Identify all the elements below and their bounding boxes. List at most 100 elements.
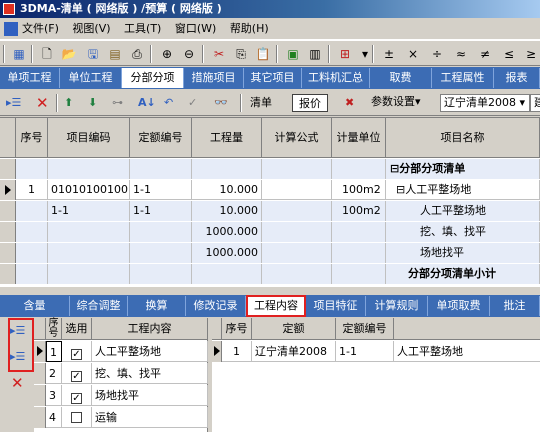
cell-code[interactable]: 010101001001 (48, 180, 130, 200)
cell-content[interactable]: 场地找平 (92, 385, 208, 406)
tree-structure-icon[interactable]: ⊶ (112, 94, 123, 112)
tab-sub-items[interactable]: 分部分项 (122, 68, 184, 88)
cell-quota[interactable] (130, 243, 192, 263)
cell-select[interactable]: ✓ (62, 363, 92, 384)
settings-tool-icon[interactable]: ✖ (345, 94, 354, 112)
cell-code[interactable]: 1-1 (48, 201, 130, 221)
save-icon[interactable]: 🖫 (84, 45, 102, 63)
cell-formula[interactable] (262, 159, 332, 179)
cell-quota-code[interactable]: 1-1 (336, 341, 394, 362)
cell-quota[interactable] (130, 264, 192, 284)
table-row[interactable]: 1000.000 场地找平 (0, 243, 540, 263)
not-equal-button[interactable]: ≠ (476, 45, 494, 63)
select-checkbox[interactable]: ✓ (71, 349, 82, 360)
table-row[interactable]: 1 010101001001 1-1 10.000 100m2 ⊟人工平整场地 (0, 180, 540, 200)
delete-icon[interactable]: ✕ (36, 94, 49, 112)
cell-seq[interactable]: 2 (46, 363, 62, 384)
cell-unit[interactable]: 100m2 (332, 201, 386, 221)
tab-single-fees[interactable]: 单项取费 (428, 296, 490, 316)
quota-library-select[interactable]: 辽宁清单2008 ▾ (440, 94, 530, 112)
cell-seq[interactable]: 3 (46, 385, 62, 406)
col-header-seq[interactable]: 序号 (222, 318, 252, 340)
zoom-in-icon[interactable]: ⊕ (158, 45, 176, 63)
cell-name[interactable]: 挖、填、找平 (386, 222, 540, 242)
cell-formula[interactable] (262, 264, 332, 284)
cell-seq[interactable] (16, 222, 48, 242)
tree-icon[interactable]: ⊞ (336, 45, 354, 63)
cell-formula[interactable] (262, 201, 332, 221)
col-header-quota-code[interactable]: 定额编号 (336, 318, 394, 340)
plus-minus-button[interactable]: ± (380, 45, 398, 63)
cell-unit[interactable] (332, 159, 386, 179)
col-header-seq[interactable]: 序号 (46, 318, 62, 340)
print-icon[interactable]: ⎙ (128, 45, 146, 63)
col-header-code[interactable]: 项目编码 (48, 118, 130, 158)
tab-reports[interactable]: 报表 (494, 68, 540, 88)
zoom-out-icon[interactable]: ⊖ (180, 45, 198, 63)
cell-quota[interactable]: 1-1 (130, 201, 192, 221)
tab-project-properties[interactable]: 工程属性 (432, 68, 494, 88)
grid-icon[interactable]: ▦ (10, 45, 28, 63)
col-header-formula[interactable]: 计算公式 (262, 118, 332, 158)
tab-conversion[interactable]: 换算 (128, 296, 186, 316)
notebook-icon[interactable]: ▤ (106, 45, 124, 63)
cell-seq[interactable] (16, 264, 48, 284)
cell-seq[interactable] (16, 243, 48, 263)
select-checkbox[interactable]: ✓ (71, 371, 82, 382)
menu-file[interactable]: 文件(F) (0, 18, 64, 40)
tab-material-summary[interactable]: 工料机汇总 (302, 68, 370, 88)
menu-help[interactable]: 帮助(H) (225, 18, 274, 40)
cell-name[interactable]: 人工平整场地 (386, 201, 540, 221)
cell-select[interactable] (62, 407, 92, 428)
cell-quota[interactable] (130, 159, 192, 179)
cell-code[interactable] (48, 243, 130, 263)
cell-unit[interactable] (332, 264, 386, 284)
insert-row-icon[interactable]: ▸☰ (6, 94, 21, 112)
table-row[interactable]: 分部分项清单小计 (0, 264, 540, 284)
col-header-select[interactable]: 选用 (62, 318, 92, 340)
tab-change-log[interactable]: 修改记录 (186, 296, 246, 316)
tab-measures[interactable]: 措施项目 (184, 68, 244, 88)
delete-icon[interactable]: ✕ (11, 374, 24, 392)
col-header-qty[interactable]: 工程量 (192, 118, 262, 158)
cell-code[interactable] (48, 159, 130, 179)
cell-seq[interactable]: 1 (222, 341, 252, 362)
baojia-button[interactable]: 报价 (292, 94, 328, 112)
cell-qty[interactable]: 10.000 (192, 180, 262, 200)
list-item[interactable]: 3 ✓ 场地找平 (34, 385, 208, 406)
col-header-unit[interactable]: 计量单位 (332, 118, 386, 158)
extra-select[interactable]: 建 (530, 94, 540, 112)
cell-quota[interactable] (130, 222, 192, 242)
cell-code[interactable] (48, 264, 130, 284)
tab-notes[interactable]: 批注 (490, 296, 540, 316)
menu-window[interactable]: 窗口(W) (170, 18, 221, 40)
cell-qty[interactable] (192, 264, 262, 284)
binoculars-icon[interactable]: 👓 (214, 94, 228, 112)
qingdan-button[interactable]: 清单 (250, 94, 272, 112)
param-settings-dropdown[interactable]: 参数设置▾ (368, 94, 438, 112)
multiply-button[interactable]: × (404, 45, 422, 63)
cell-seq[interactable]: 4 (46, 407, 62, 428)
cell-select[interactable]: ✓ (62, 341, 92, 362)
move-up-icon[interactable]: ⬆ (64, 94, 73, 112)
cell-formula[interactable] (262, 222, 332, 242)
open-folder-icon[interactable]: 📂 (60, 45, 78, 63)
table-icon[interactable]: ▥ (306, 45, 324, 63)
col-header-quota[interactable]: 定额编号 (130, 118, 192, 158)
cell-select[interactable]: ✓ (62, 385, 92, 406)
cell-name[interactable]: 场地找平 (386, 243, 540, 263)
cell-content[interactable]: 人工平整场地 (92, 341, 208, 362)
tab-single-project[interactable]: 单项工程 (0, 68, 60, 88)
select-checkbox[interactable]: ✓ (71, 393, 82, 404)
cell-formula[interactable] (262, 243, 332, 263)
cell-seq[interactable]: 1 (16, 180, 48, 200)
tab-item-features[interactable]: 项目特征 (306, 296, 366, 316)
sort-icon[interactable]: A↓ (138, 94, 156, 112)
cell-code[interactable] (48, 222, 130, 242)
cell-content[interactable]: 运输 (92, 407, 208, 428)
undo-icon[interactable]: ↶ (164, 94, 173, 112)
cut-icon[interactable]: ✂ (210, 45, 228, 63)
tab-overall-adjust[interactable]: 综合调整 (70, 296, 128, 316)
table-row[interactable]: 1000.000 挖、填、找平 (0, 222, 540, 242)
cell-qty[interactable] (192, 159, 262, 179)
